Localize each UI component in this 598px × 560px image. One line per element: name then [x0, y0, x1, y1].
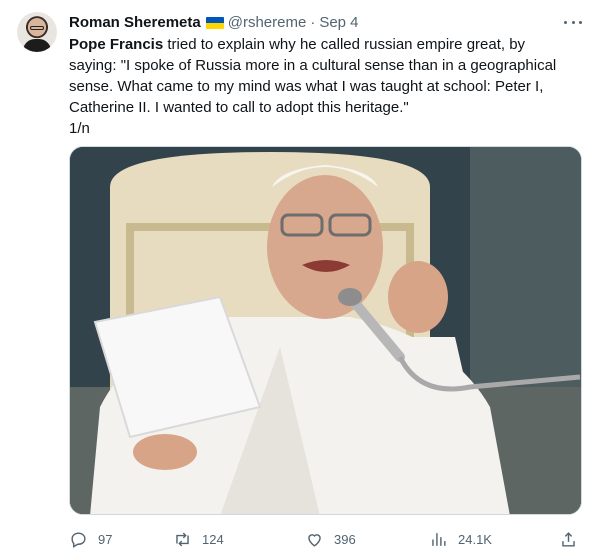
tweet-text-segment: Catherine II. I wanted to call to adopt …	[69, 99, 409, 116]
tweet-header: Roman Sheremeta @rshereme · Sep 4	[69, 12, 359, 32]
more-icon[interactable]	[562, 14, 584, 30]
views-button[interactable]: 24.1K	[429, 528, 492, 550]
retweet-count: 124	[202, 531, 224, 547]
share-button[interactable]	[559, 528, 588, 550]
tweet-text-line: Pope Francis tried to explain why he cal…	[69, 34, 579, 55]
avatar[interactable]	[17, 12, 57, 52]
tweet-text-line: sense. What came to my mind was what I w…	[69, 76, 579, 97]
reply-button[interactable]: 97	[69, 528, 112, 550]
photo-illustration	[70, 147, 581, 514]
tweet-photo[interactable]	[69, 146, 582, 515]
share-icon	[562, 531, 575, 547]
views-count: 24.1K	[458, 531, 492, 547]
tweet-text-line: 1/n	[69, 118, 579, 139]
views-icon	[432, 532, 446, 546]
author-handle[interactable]: @rshereme	[228, 14, 307, 31]
ukraine-flag-icon	[205, 17, 224, 29]
tweet-text: Pope Francis tried to explain why he cal…	[69, 34, 579, 139]
tweet-text-line: Catherine II. I wanted to call to adopt …	[69, 97, 579, 118]
reply-icon	[71, 531, 86, 548]
tweet-text-line: saying: "I spoke of Russia more in a cul…	[69, 55, 579, 76]
avatar-glasses	[30, 26, 44, 30]
mention-pope-francis: Pope Francis	[69, 36, 164, 53]
tweet-text-segment: sense. What came to my mind was what I w…	[69, 78, 544, 95]
retweet-icon	[176, 532, 189, 546]
tweet[interactable]: Roman Sheremeta @rshereme · Sep 4 Pope F…	[0, 0, 598, 560]
heart-icon	[308, 533, 321, 547]
tweet-text-segment: tried to explain why he called russian e…	[163, 36, 526, 53]
like-count: 396	[334, 531, 356, 547]
action-bar: 97 124 396 24.1K	[69, 528, 582, 550]
separator-dot: ·	[310, 13, 316, 31]
tweet-text-segment: 1/n	[69, 120, 90, 137]
retweet-button[interactable]: 124	[173, 528, 224, 550]
tweet-text-segment: saying: "I spoke of Russia more in a cul…	[69, 57, 557, 74]
tweet-date[interactable]: Sep 4	[319, 14, 358, 31]
avatar-shirt	[23, 39, 51, 52]
author-name[interactable]: Roman Sheremeta	[69, 14, 201, 31]
reply-count: 97	[98, 531, 113, 547]
like-button[interactable]: 396	[305, 528, 356, 550]
